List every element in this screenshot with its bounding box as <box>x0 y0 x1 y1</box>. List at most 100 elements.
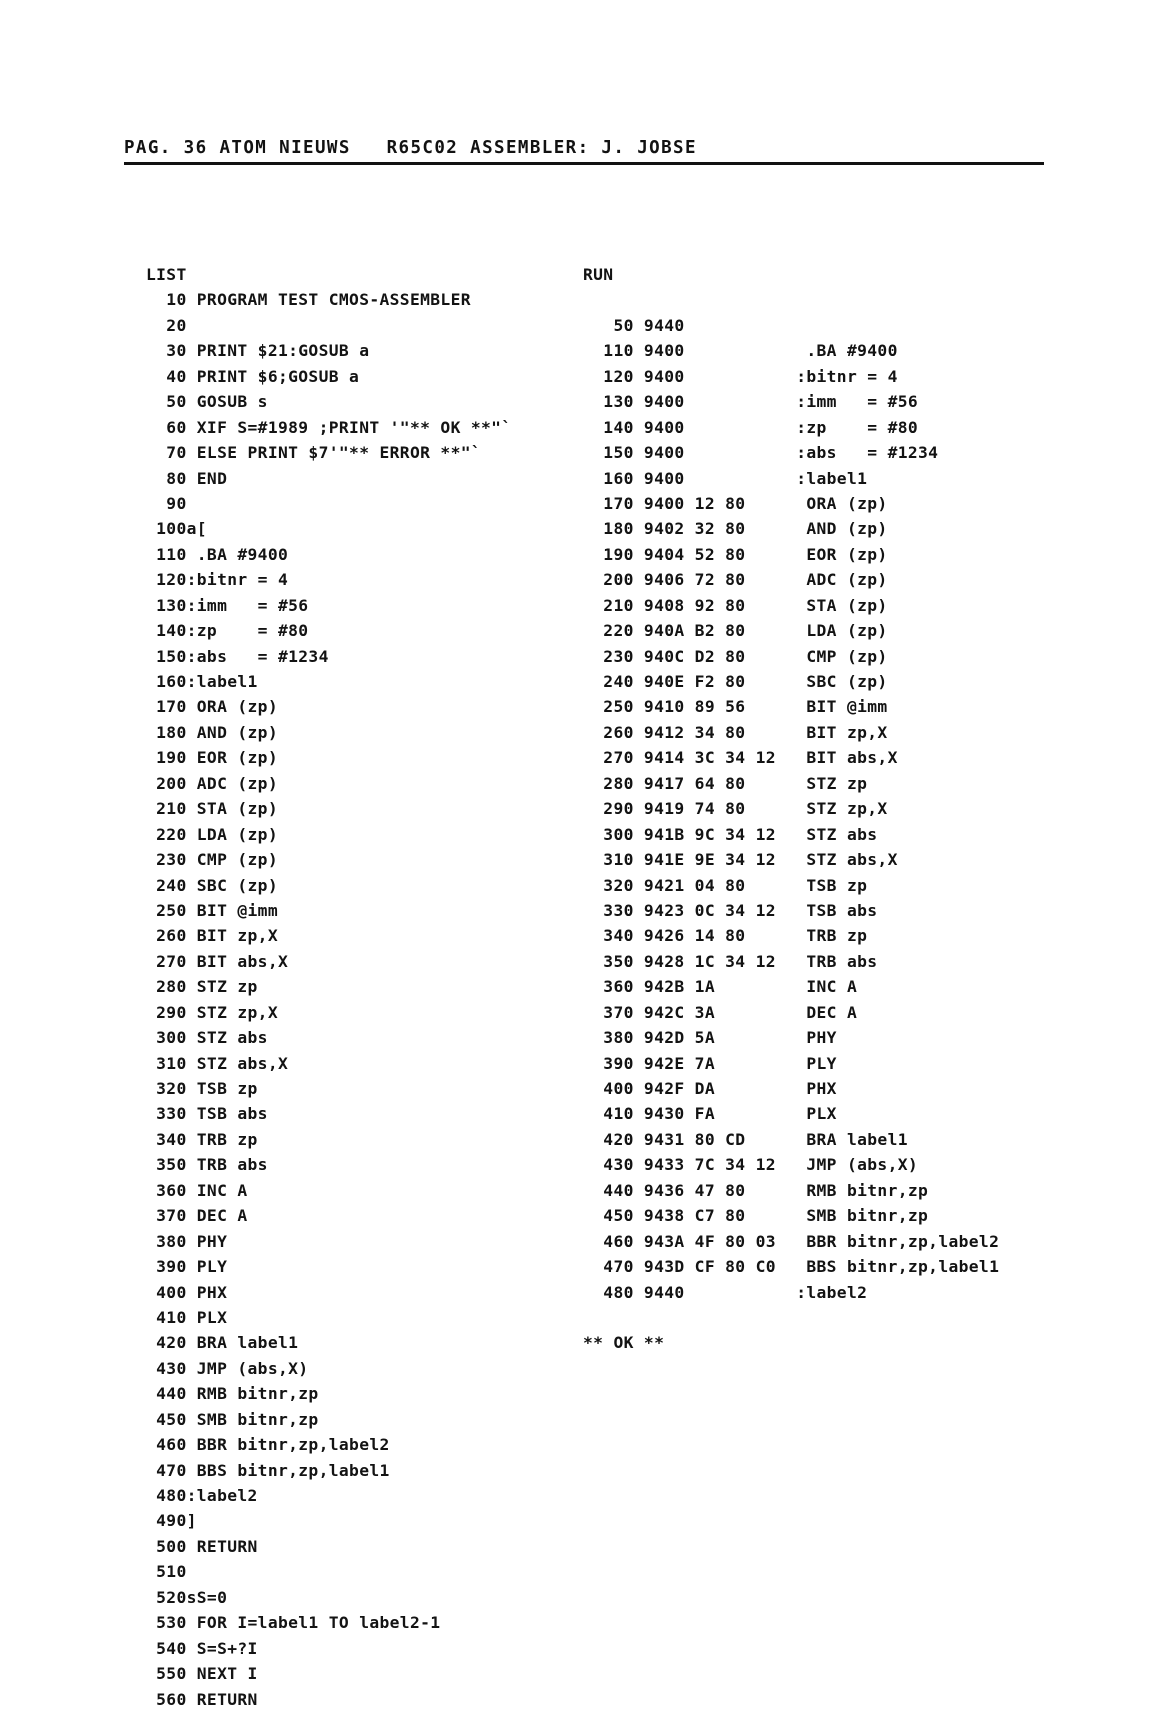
run-line-7: 150 9400 :abs = #1234 <box>583 443 939 463</box>
list-line-49: 490] <box>146 1511 197 1531</box>
list-line-29: 290 STZ zp,X <box>146 1002 278 1022</box>
list-line-31: 310 STZ abs,X <box>146 1053 289 1073</box>
list-line-17: 170 ORA (zp) <box>146 697 278 717</box>
list-line-10: 100a[ <box>146 519 207 539</box>
run-line-24: 320 9421 04 80 TSB zp <box>583 875 868 895</box>
run-line-26: 340 9426 14 80 TRB zp <box>583 926 868 946</box>
list-line-7: 70 ELSE PRINT $7'"** ERROR **"` <box>146 443 482 463</box>
list-line-16: 160:label1 <box>146 672 258 691</box>
run-line-0: RUN <box>583 265 614 284</box>
list-line-6: 60 XIF S=#1989 ;PRINT '"** OK **"` <box>146 417 512 437</box>
run-line-39: 470 943D CF 80 C0 BBS bitnr,zp,label1 <box>583 1257 1000 1277</box>
list-line-11: 110 .BA #9400 <box>146 544 289 564</box>
list-line-5: 50 GOSUB s <box>146 392 268 412</box>
run-line-3: 110 9400 .BA #9400 <box>583 341 898 361</box>
run-line-13: 210 9408 92 80 STA (zp) <box>583 595 888 615</box>
list-line-47: 470 BBS bitnr,zp,label1 <box>146 1460 390 1480</box>
list-line-22: 220 LDA (zp) <box>146 824 278 844</box>
list-line-50: 500 RETURN <box>146 1536 258 1556</box>
list-line-35: 350 TRB abs <box>146 1155 268 1175</box>
list-line-36: 360 INC A <box>146 1180 248 1200</box>
run-line-17: 250 9410 89 56 BIT @imm <box>583 697 888 717</box>
list-line-42: 420 BRA label1 <box>146 1333 299 1353</box>
run-line-1 <box>583 287 1103 312</box>
list-line-56: 560 RETURN <box>146 1689 258 1709</box>
run-line-25: 330 9423 0C 34 12 TSB abs <box>583 900 878 920</box>
list-line-21: 210 STA (zp) <box>146 799 278 819</box>
run-line-5: 130 9400 :imm = #56 <box>583 392 919 412</box>
list-line-20: 200 ADC (zp) <box>146 773 278 793</box>
run-line-30: 380 942D 5A PHY <box>583 1028 837 1048</box>
list-line-1: 10 PROGRAM TEST CMOS-ASSEMBLER <box>146 290 471 310</box>
run-line-36: 440 9436 47 80 RMB bitnr,zp <box>583 1180 929 1200</box>
list-line-28: 280 STZ zp <box>146 977 258 997</box>
run-line-10: 180 9402 32 80 AND (zp) <box>583 519 888 539</box>
list-line-45: 450 SMB bitnr,zp <box>146 1409 319 1429</box>
run-line-34: 420 9431 80 CD BRA label1 <box>583 1129 908 1149</box>
list-line-39: 390 PLY <box>146 1257 228 1277</box>
header-rule <box>124 162 1044 165</box>
list-line-8: 80 END <box>146 468 228 488</box>
run-line-42: ** OK ** <box>583 1333 665 1353</box>
run-line-28: 360 942B 1A INC A <box>583 977 858 997</box>
run-line-20: 280 9417 64 80 STZ zp <box>583 773 868 793</box>
list-line-23: 230 CMP (zp) <box>146 850 278 870</box>
run-line-31: 390 942E 7A PLY <box>583 1053 837 1073</box>
list-line-2: 20 <box>146 315 187 335</box>
list-line-26: 260 BIT zp,X <box>146 926 278 946</box>
run-line-14: 220 940A B2 80 LDA (zp) <box>583 621 888 641</box>
list-line-12: 120:bitnr = 4 <box>146 570 289 590</box>
run-line-6: 140 9400 :zp = #80 <box>583 417 919 437</box>
list-line-27: 270 BIT abs,X <box>146 951 289 971</box>
list-line-19: 190 EOR (zp) <box>146 748 278 768</box>
run-line-35: 430 9433 7C 34 12 JMP (abs,X) <box>583 1155 919 1175</box>
list-line-53: 530 FOR I=label1 TO label2-1 <box>146 1613 441 1633</box>
run-line-23: 310 941E 9E 34 12 STZ abs,X <box>583 850 898 870</box>
list-line-14: 140:zp = #80 <box>146 621 309 641</box>
list-line-55: 550 NEXT I <box>146 1664 258 1684</box>
run-line-12: 200 9406 72 80 ADC (zp) <box>583 570 888 590</box>
run-line-29: 370 942C 3A DEC A <box>583 1002 858 1022</box>
list-line-18: 180 AND (zp) <box>146 722 278 742</box>
list-line-43: 430 JMP (abs,X) <box>146 1358 309 1378</box>
run-line-27: 350 9428 1C 34 12 TRB abs <box>583 951 878 971</box>
list-line-52: 520sS=0 <box>146 1587 228 1607</box>
run-line-32: 400 942F DA PHX <box>583 1079 837 1098</box>
list-line-3: 30 PRINT $21:GOSUB a <box>146 341 370 361</box>
list-line-46: 460 BBR bitnr,zp,label2 <box>146 1435 390 1455</box>
run-output-column: RUN 50 9440 110 9400 .BA #9400 120 9400 … <box>583 262 1103 1356</box>
run-line-2: 50 9440 <box>583 315 685 335</box>
list-line-40: 400 PHX <box>146 1282 228 1302</box>
page-header: PAG. 36 ATOM NIEUWS R65C02 ASSEMBLER: J.… <box>124 138 1044 168</box>
run-line-18: 260 9412 34 80 BIT zp,X <box>583 722 888 742</box>
run-line-19: 270 9414 3C 34 12 BIT abs,X <box>583 748 898 768</box>
list-line-54: 540 S=S+?I <box>146 1638 258 1658</box>
list-line-15: 150:abs = #1234 <box>146 646 329 666</box>
list-line-0: LIST <box>146 265 187 284</box>
list-line-9: 90 <box>146 493 187 513</box>
run-line-11: 190 9404 52 80 EOR (zp) <box>583 544 888 564</box>
list-line-51: 510 <box>146 1562 187 1582</box>
run-line-16: 240 940E F2 80 SBC (zp) <box>583 672 888 691</box>
list-line-34: 340 TRB zp <box>146 1129 258 1149</box>
run-line-38: 460 943A 4F 80 03 BBR bitnr,zp,label2 <box>583 1231 1000 1251</box>
run-line-15: 230 940C D2 80 CMP (zp) <box>583 646 888 666</box>
list-line-48: 480:label2 <box>146 1486 258 1505</box>
list-output-column: LIST 10 PROGRAM TEST CMOS-ASSEMBLER 20 3… <box>146 262 616 1712</box>
run-line-21: 290 9419 74 80 STZ zp,X <box>583 799 888 819</box>
run-line-8: 160 9400 :label1 <box>583 468 868 488</box>
list-line-30: 300 STZ abs <box>146 1028 268 1048</box>
list-line-41: 410 PLX <box>146 1307 228 1327</box>
run-line-22: 300 941B 9C 34 12 STZ abs <box>583 824 878 844</box>
list-line-38: 380 PHY <box>146 1231 228 1251</box>
run-line-40: 480 9440 :label2 <box>583 1282 868 1302</box>
list-line-4: 40 PRINT $6;GOSUB a <box>146 366 360 386</box>
run-line-4: 120 9400 :bitnr = 4 <box>583 366 898 386</box>
list-line-25: 250 BIT @imm <box>146 900 278 920</box>
list-line-13: 130:imm = #56 <box>146 595 309 615</box>
list-line-37: 370 DEC A <box>146 1206 248 1226</box>
list-line-33: 330 TSB abs <box>146 1104 268 1124</box>
list-line-24: 240 SBC (zp) <box>146 875 278 895</box>
list-line-44: 440 RMB bitnr,zp <box>146 1384 319 1404</box>
list-line-32: 320 TSB zp <box>146 1079 258 1098</box>
